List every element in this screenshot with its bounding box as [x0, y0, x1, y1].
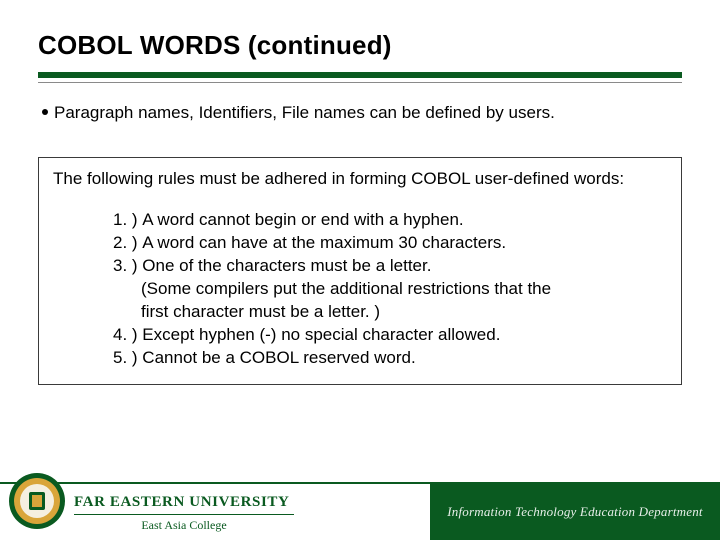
rules-list: 1. ) A word cannot begin or end with a h… [113, 209, 667, 370]
rule-item: 5. ) Cannot be a COBOL reserved word. [113, 347, 667, 370]
rule-item: 2. ) A word can have at the maximum 30 c… [113, 232, 667, 255]
rule-number: 4. ) [113, 324, 142, 347]
rule-text: first character must be a letter. ) [141, 301, 667, 324]
rule-item: 3. ) One of the characters must be a let… [113, 255, 667, 278]
rule-number: 5. ) [113, 347, 142, 370]
college-name: East Asia College [74, 518, 294, 533]
slide-title: COBOL WORDS (continued) [38, 30, 392, 61]
rule-text: Cannot be a COBOL reserved word. [142, 347, 667, 370]
rule-text: A word can have at the maximum 30 charac… [142, 232, 667, 255]
rule-text: (Some compilers put the additional restr… [141, 278, 667, 301]
rule-item: first character must be a letter. ) [113, 301, 667, 324]
footer-left: FAR EASTERN UNIVERSITY East Asia College [0, 484, 430, 540]
footer-right: Information Technology Education Departm… [430, 484, 720, 540]
title-rule-thick [38, 72, 682, 78]
rule-text: Except hyphen (-) no special character a… [142, 324, 667, 347]
rule-number: 1. ) [113, 209, 142, 232]
rule-item: 1. ) A word cannot begin or end with a h… [113, 209, 667, 232]
university-name: FAR EASTERN UNIVERSITY [74, 494, 294, 511]
university-seal-icon [8, 472, 66, 530]
rules-intro: The following rules must be adhered in f… [53, 168, 667, 191]
rule-text: A word cannot begin or end with a hyphen… [142, 209, 667, 232]
footer: FAR EASTERN UNIVERSITY East Asia College… [0, 482, 720, 540]
rule-number: 2. ) [113, 232, 142, 255]
rules-box: The following rules must be adhered in f… [38, 157, 682, 385]
title-rule-thin [38, 82, 682, 83]
rule-item: 4. ) Except hyphen (-) no special charac… [113, 324, 667, 347]
rule-text: One of the characters must be a letter. [142, 255, 667, 278]
slide: COBOL WORDS (continued) Paragraph names,… [0, 0, 720, 540]
rule-item: (Some compilers put the additional restr… [113, 278, 667, 301]
university-block: FAR EASTERN UNIVERSITY East Asia College [74, 494, 294, 533]
department-name: Information Technology Education Departm… [447, 504, 702, 520]
rule-number: 3. ) [113, 255, 142, 278]
university-name-rule [74, 514, 294, 515]
bullet-dot-icon [42, 109, 48, 115]
bullet-item: Paragraph names, Identifiers, File names… [42, 102, 682, 125]
bullet-text: Paragraph names, Identifiers, File names… [54, 102, 555, 125]
